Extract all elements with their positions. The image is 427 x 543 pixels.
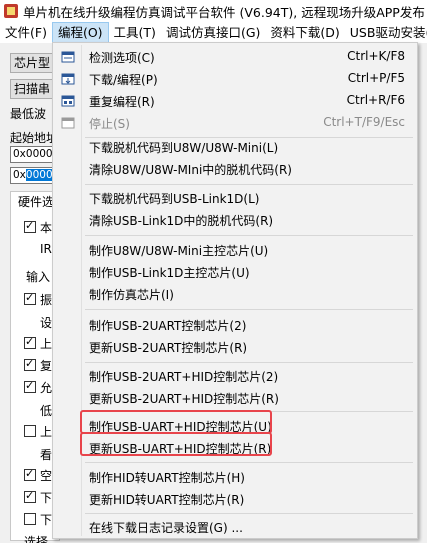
end-address-selected: 0000 (25, 169, 53, 181)
menu-item-repeat-program[interactable]: 重复编程(R) Ctrl+R/F6 (55, 90, 415, 112)
menu-item-shortcut: Ctrl+R/F6 (346, 93, 405, 107)
option-checkbox-12[interactable] (24, 467, 36, 481)
option-label-4: 振 (40, 293, 53, 307)
menu-item-label: 清除USB-Link1D中的脱机代码(R) (89, 214, 274, 228)
menu-item-download-program[interactable]: 下载/编程(P) Ctrl+P/F5 (55, 68, 415, 90)
scan-serial-button[interactable]: 扫描串 (10, 79, 55, 99)
menu-item-label: 重复编程(R) (89, 95, 155, 109)
menu-item-shortcut: Ctrl+P/F5 (347, 71, 405, 85)
menu-item-shortcut: Ctrl+K/F8 (347, 49, 405, 63)
menu-separator (85, 362, 413, 363)
menu-item-label: 更新USB-2UART+HID控制芯片(R) (89, 392, 279, 406)
download-icon (61, 73, 75, 85)
menu-item-label: 更新HID转UART控制芯片(R) (89, 493, 245, 507)
menu-item-make-2uart[interactable]: 制作USB-2UART控制芯片(2) (55, 314, 415, 336)
menu-item-shortcut: Ctrl+T/F9/Esc (323, 115, 405, 129)
menu-item-label: 下载脱机代码到U8W/U8W-Mini(L) (89, 141, 279, 155)
highlight-update-uart-hid (80, 432, 272, 456)
menu-item-make-emulator-chip[interactable]: 制作仿真芯片(I) (55, 283, 415, 305)
menu-separator (85, 462, 413, 463)
program-dropdown-menu: 检测选项(C) Ctrl+K/F8 下载/编程(P) Ctrl+P/F5 重复编… (52, 42, 418, 539)
chip-type-button[interactable]: 芯片型 (10, 53, 55, 73)
menu-item-download-log-settings[interactable]: 在线下载日志记录设置(G) ... (55, 516, 415, 538)
menu-item-download-offline-link1d[interactable]: 下载脱机代码到USB-Link1D(L) (55, 187, 415, 209)
option-checkbox-7[interactable] (24, 357, 36, 371)
menu-item-label: 在线下载日志记录设置(G) ... (89, 521, 243, 535)
menu-item-update-2uart-hid[interactable]: 更新USB-2UART+HID控制芯片(R) (55, 387, 415, 409)
option-label-5: 设 (40, 316, 53, 330)
option-label-14: 下 (40, 513, 53, 527)
repeat-icon (61, 95, 75, 107)
option-checkbox-8[interactable] (24, 379, 36, 393)
menu-item-label: 下载/编程(P) (89, 73, 158, 87)
menu-item-label: 制作HID转UART控制芯片(H) (89, 471, 245, 485)
menu-downloads[interactable]: 资料下载(D) (265, 22, 344, 43)
menu-bar: 文件(F) 编程(O) 工具(T) 调试仿真接口(G) 资料下载(D) USB驱… (0, 22, 427, 43)
option-label-1: 本 (40, 221, 53, 235)
option-checkbox-1[interactable] (24, 219, 36, 233)
start-address-input[interactable]: 0x0000 (10, 146, 54, 163)
option-checkbox-14[interactable] (24, 513, 36, 525)
menu-item-update-hid-uart[interactable]: 更新HID转UART控制芯片(R) (55, 488, 415, 510)
menu-program[interactable]: 编程(O) (51, 22, 109, 43)
menu-separator (85, 513, 413, 514)
menu-item-label: 更新USB-2UART控制芯片(R) (89, 341, 248, 355)
menu-item-detect-options[interactable]: 检测选项(C) Ctrl+K/F8 (55, 46, 415, 68)
title-bar: 单片机在线升级编程仿真调试平台软件 (V6.94T), 远程现场升级APP发布 (0, 0, 427, 22)
menu-debug-interface[interactable]: 调试仿真接口(G) (161, 22, 265, 43)
menu-item-download-offline-u8w[interactable]: 下载脱机代码到U8W/U8W-Mini(L) (55, 135, 415, 157)
menu-file[interactable]: 文件(F) (0, 22, 52, 43)
option-label-11: 看 (40, 448, 53, 462)
option-label-7: 复 (40, 359, 53, 373)
highlight-make-uart-hid (80, 410, 272, 434)
option-checkbox-4[interactable] (24, 291, 36, 305)
option-checkbox-13[interactable] (24, 489, 36, 503)
menu-separator (85, 184, 413, 185)
menu-item-label: 检测选项(C) (89, 51, 155, 65)
menu-item-label: 制作仿真芯片(I) (89, 288, 174, 302)
option-label-10: 上 (40, 425, 53, 439)
menu-usb-driver[interactable]: USB驱动安装( (345, 22, 427, 43)
menu-item-clear-offline-u8w[interactable]: 清除U8W/U8W-MIni中的脱机代码(R) (55, 158, 415, 180)
menu-item-stop: 停止(S) Ctrl+T/F9/Esc (55, 112, 415, 134)
end-address-input[interactable]: 0x0000 (10, 167, 54, 184)
app-icon (4, 4, 18, 18)
option-label-3: 输入 (26, 270, 51, 284)
menu-item-label: 制作USB-2UART控制芯片(2) (89, 319, 247, 333)
option-label-15: 选择 (24, 535, 49, 543)
start-address-label: 起始地址 (10, 131, 59, 145)
menu-item-label: 停止(S) (89, 117, 130, 131)
menu-item-clear-offline-link1d[interactable]: 清除USB-Link1D中的脱机代码(R) (55, 209, 415, 231)
option-label-8: 允 (40, 381, 53, 395)
menu-item-label: 清除U8W/U8W-MIni中的脱机代码(R) (89, 163, 292, 177)
menu-item-make-u8w-master[interactable]: 制作U8W/U8W-Mini主控芯片(U) (55, 239, 415, 261)
option-label-13: 下 (40, 491, 53, 505)
option-label-12: 空 (40, 469, 53, 483)
option-label-2: IR (40, 242, 52, 256)
option-checkbox-6[interactable] (24, 335, 36, 349)
menu-item-make-2uart-hid[interactable]: 制作USB-2UART+HID控制芯片(2) (55, 365, 415, 387)
menu-separator (85, 235, 413, 236)
option-checkbox-10[interactable] (24, 425, 36, 437)
menu-item-label: 下载脱机代码到USB-Link1D(L) (89, 192, 260, 206)
menu-tools[interactable]: 工具(T) (109, 22, 161, 43)
menu-item-make-link1d-master[interactable]: 制作USB-Link1D主控芯片(U) (55, 261, 415, 283)
min-baud-label: 最低波 (10, 107, 47, 121)
menu-item-label: 制作USB-Link1D主控芯片(U) (89, 266, 250, 280)
option-label-6: 上 (40, 337, 53, 351)
menu-item-update-2uart[interactable]: 更新USB-2UART控制芯片(R) (55, 336, 415, 358)
window-title: 单片机在线升级编程仿真调试平台软件 (V6.94T), 远程现场升级APP发布 (23, 4, 425, 20)
menu-item-make-hid-uart[interactable]: 制作HID转UART控制芯片(H) (55, 466, 415, 488)
menu-separator (85, 309, 413, 310)
stop-icon (61, 117, 75, 129)
detect-icon (61, 51, 75, 63)
option-label-9: 低 (40, 404, 53, 418)
menu-item-label: 制作USB-2UART+HID控制芯片(2) (89, 370, 279, 384)
end-address-prefix: 0x (13, 169, 26, 181)
hardware-options-tab[interactable]: 硬件选 (18, 193, 54, 210)
menu-item-label: 制作U8W/U8W-Mini主控芯片(U) (89, 244, 269, 258)
